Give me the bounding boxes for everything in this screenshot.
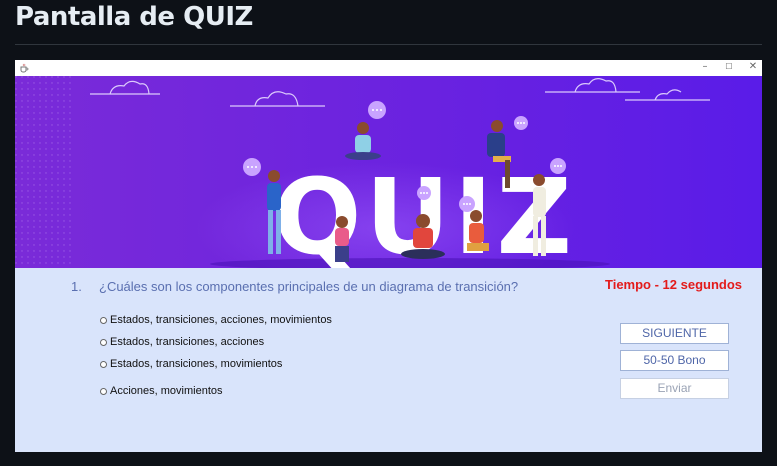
window-titlebar[interactable]: – ☐ ✕ xyxy=(15,60,762,77)
next-button[interactable]: SIGUIENTE xyxy=(620,323,729,344)
radio-button[interactable] xyxy=(100,316,107,324)
cloud-icon xyxy=(90,80,160,95)
fifty-fifty-button[interactable]: 50-50 Bono xyxy=(620,350,729,371)
close-button[interactable]: ✕ xyxy=(741,60,762,76)
answer-option-label: Estados, transiciones, acciones, movimie… xyxy=(110,314,332,326)
cloud-icon xyxy=(545,78,640,93)
chat-bubble-icon xyxy=(514,116,528,130)
answer-option[interactable]: Acciones, movimientos xyxy=(100,385,223,397)
quiz-banner: QUIZ xyxy=(15,76,762,268)
timer-label: Tiempo - 12 segundos xyxy=(605,277,743,292)
answer-option-label: Estados, transiciones, acciones xyxy=(110,336,265,348)
maximize-button[interactable]: ☐ xyxy=(717,60,741,76)
chat-bubble-icon xyxy=(459,196,475,212)
answer-option[interactable]: Estados, transiciones, acciones xyxy=(100,336,264,348)
quiz-window: – ☐ ✕ QUIZ 1. ¿Cuáles son los componente… xyxy=(15,60,762,452)
quiz-banner-illustration: QUIZ xyxy=(15,76,710,268)
title-divider xyxy=(15,44,762,45)
chat-bubble-icon xyxy=(550,158,566,174)
page-title: Pantalla de QUIZ xyxy=(15,2,253,32)
chat-bubble-icon xyxy=(243,158,261,176)
radio-button[interactable] xyxy=(100,360,107,368)
radio-button[interactable] xyxy=(100,387,107,395)
chat-bubble-icon xyxy=(417,186,431,200)
question-number: 1. xyxy=(71,279,82,294)
question-text: ¿Cuáles son los componentes principales … xyxy=(99,279,519,294)
dot-pattern xyxy=(15,76,75,268)
cloud-icon xyxy=(230,91,325,107)
person-figure xyxy=(335,216,349,262)
java-cup-icon xyxy=(20,63,29,73)
answer-option-label: Acciones, movimientos xyxy=(110,385,223,397)
answer-option[interactable]: Estados, transiciones, acciones, movimie… xyxy=(100,314,332,326)
minimize-button[interactable]: – xyxy=(693,60,717,76)
answer-option-label: Estados, transiciones, movimientos xyxy=(110,358,283,370)
chat-bubble-icon xyxy=(368,101,386,119)
answer-option[interactable]: Estados, transiciones, movimientos xyxy=(100,358,282,370)
radio-button[interactable] xyxy=(100,338,107,346)
submit-button[interactable]: Enviar xyxy=(620,378,729,399)
